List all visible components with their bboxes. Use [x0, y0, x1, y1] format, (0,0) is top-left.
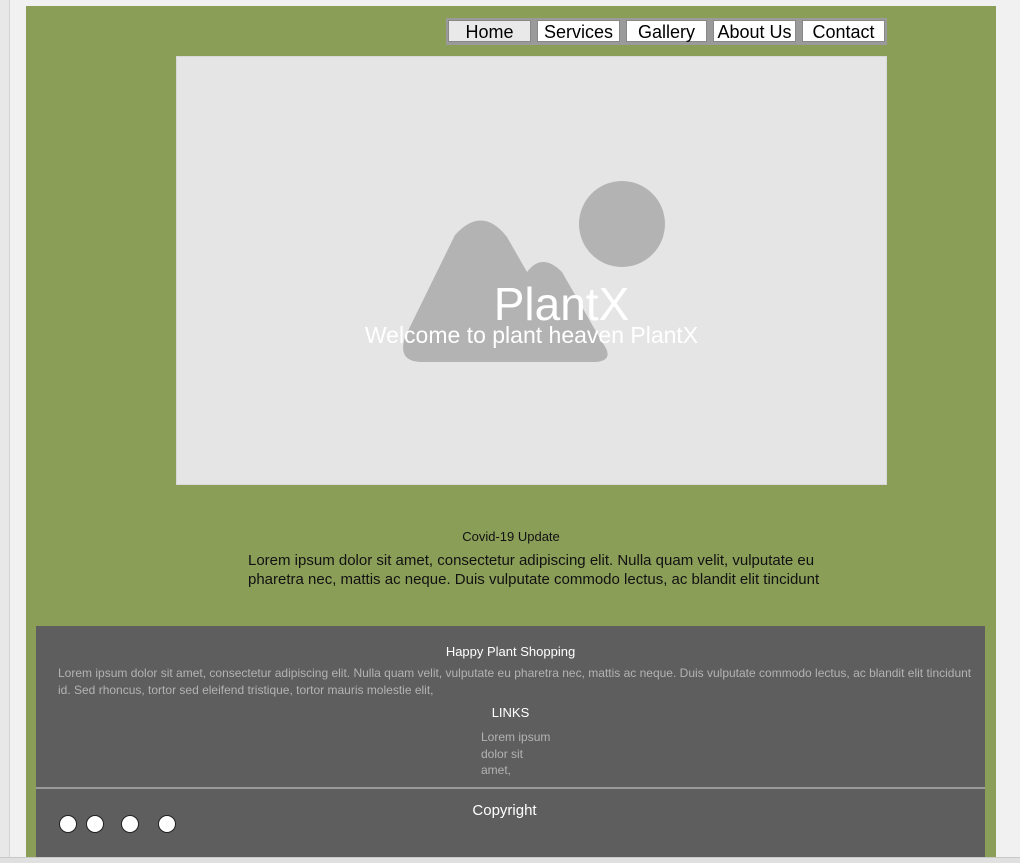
covid-update-heading: Covid-19 Update [462, 529, 560, 544]
covid-update-text: Lorem ipsum dolor sit amet, consectetur … [248, 552, 820, 588]
hero-banner: PlantX Welcome to plant heaven PlantX [176, 56, 887, 485]
footer-divider [36, 787, 985, 789]
footer-title: Happy Plant Shopping [445, 644, 576, 659]
nav-about-us[interactable]: About Us [713, 20, 796, 42]
footer-link[interactable]: dolor sit [481, 746, 601, 763]
social-icon[interactable] [86, 815, 104, 833]
nav-gallery[interactable]: Gallery [626, 20, 707, 42]
footer-link[interactable]: amet, [481, 762, 601, 779]
copyright-text: Copyright [472, 802, 537, 819]
hero-subtitle: Welcome to plant heaven PlantX [364, 322, 699, 348]
social-icon[interactable] [121, 815, 139, 833]
nav-services[interactable]: Services [537, 20, 620, 42]
footer: Happy Plant Shopping Lorem ipsum dolor s… [36, 626, 985, 863]
footer-text: Lorem ipsum dolor sit amet, consectetur … [58, 666, 972, 697]
footer-link[interactable]: Lorem ipsum [481, 729, 601, 746]
window-left-edge [0, 0, 10, 863]
nav-contact[interactable]: Contact [802, 20, 885, 42]
social-icon[interactable] [59, 815, 77, 833]
horizontal-scrollbar[interactable] [0, 857, 1020, 863]
main-nav: Home Services Gallery About Us Contact [446, 18, 887, 45]
links-heading: LINKS [491, 705, 530, 720]
links-list: Lorem ipsum dolor sit amet, [481, 729, 601, 779]
nav-home[interactable]: Home [448, 20, 531, 42]
social-icon[interactable] [158, 815, 176, 833]
image-placeholder-icon [403, 181, 665, 362]
